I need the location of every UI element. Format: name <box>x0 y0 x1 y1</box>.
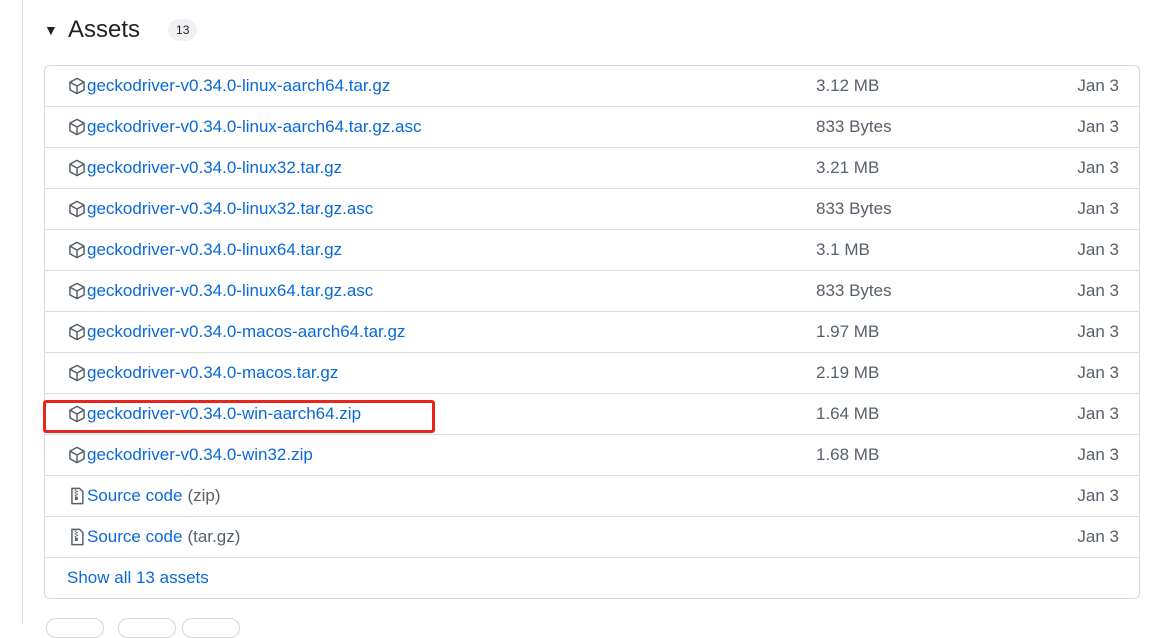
asset-name-cell: geckodriver-v0.34.0-win32.zip <box>67 435 313 475</box>
asset-link[interactable]: Source code <box>87 527 182 547</box>
asset-date: Jan 3 <box>1077 322 1119 341</box>
asset-name-cell: geckodriver-v0.34.0-linux64.tar.gz.asc <box>67 271 373 311</box>
asset-size: 1.64 MB <box>816 404 880 423</box>
asset-link[interactable]: geckodriver-v0.34.0-linux32.tar.gz <box>87 158 342 178</box>
asset-link[interactable]: geckodriver-v0.34.0-macos-aarch64.tar.gz <box>87 322 405 342</box>
asset-date: Jan 3 <box>1077 76 1119 95</box>
asset-row: geckodriver-v0.34.0-macos.tar.gz 2.19 MB J… <box>45 353 1139 394</box>
package-icon <box>67 445 87 465</box>
asset-link[interactable]: geckodriver-v0.34.0-linux-aarch64.tar.gz <box>87 76 390 96</box>
asset-row: geckodriver-v0.34.0-linux-aarch64.tar.gz… <box>45 66 1139 107</box>
asset-date: Jan 3 <box>1077 117 1119 136</box>
asset-row: geckodriver-v0.34.0-linux64.tar.gz.asc 83… <box>45 271 1139 312</box>
asset-date: Jan 3 <box>1077 199 1119 218</box>
asset-size: 3.21 MB <box>816 158 880 177</box>
package-icon <box>67 117 87 137</box>
package-icon <box>67 240 87 260</box>
file-zip-icon <box>67 486 87 506</box>
asset-size: 3.12 MB <box>816 76 880 95</box>
package-icon <box>67 322 87 342</box>
assets-count-badge: 13 <box>168 19 198 41</box>
asset-row: geckodriver-v0.34.0-linux32.tar.gz 3.21 M… <box>45 148 1139 189</box>
asset-name-cell: geckodriver-v0.34.0-macos-aarch64.tar.gz <box>67 312 405 352</box>
asset-date: Jan 3 <box>1077 486 1119 505</box>
package-icon <box>67 363 87 383</box>
asset-date: Jan 3 <box>1077 240 1119 259</box>
caret-down-icon[interactable]: ▼ <box>44 22 60 38</box>
asset-row: geckodriver-v0.34.0-win-aarch64.zip 1.64 … <box>45 394 1139 435</box>
asset-link[interactable]: geckodriver-v0.34.0-win-aarch64.zip <box>87 404 361 424</box>
package-icon <box>67 281 87 301</box>
assets-list: geckodriver-v0.34.0-linux-aarch64.tar.gz… <box>44 65 1140 599</box>
asset-name-cell: geckodriver-v0.34.0-macos.tar.gz <box>67 353 338 393</box>
asset-date: Jan 3 <box>1077 363 1119 382</box>
asset-row: geckodriver-v0.34.0-linux64.tar.gz 3.1 MB… <box>45 230 1139 271</box>
reaction-pill[interactable] <box>46 618 104 638</box>
asset-name-cell: geckodriver-v0.34.0-linux32.tar.gz.asc <box>67 189 373 229</box>
package-icon <box>67 199 87 219</box>
asset-row: geckodriver-v0.34.0-win32.zip 1.68 MB Jan … <box>45 435 1139 476</box>
show-all-assets-link[interactable]: Show all 13 assets <box>67 558 209 598</box>
asset-name-cell: Source code (zip) <box>67 476 221 516</box>
reaction-pill[interactable] <box>182 618 240 638</box>
asset-row: Source code (zip) Jan 3 <box>45 476 1139 517</box>
package-icon <box>67 76 87 96</box>
asset-name-cell: geckodriver-v0.34.0-linux-aarch64.tar.gz… <box>67 107 422 147</box>
asset-link[interactable]: geckodriver-v0.34.0-linux32.tar.gz.asc <box>87 199 373 219</box>
assets-header[interactable]: ▼ Assets 13 <box>44 12 198 48</box>
asset-format-label: (tar.gz) <box>187 527 241 546</box>
package-icon <box>67 404 87 424</box>
asset-name-cell: geckodriver-v0.34.0-linux-aarch64.tar.gz <box>67 66 390 106</box>
asset-date: Jan 3 <box>1077 281 1119 300</box>
package-icon <box>67 158 87 178</box>
asset-size: 833 Bytes <box>816 281 892 300</box>
asset-size: 833 Bytes <box>816 117 892 136</box>
asset-link[interactable]: geckodriver-v0.34.0-linux-aarch64.tar.gz… <box>87 117 422 137</box>
asset-size: 1.97 MB <box>816 322 880 341</box>
asset-row: geckodriver-v0.34.0-linux32.tar.gz.asc 83… <box>45 189 1139 230</box>
asset-size: 1.68 MB <box>816 445 880 464</box>
assets-title: Assets <box>68 16 141 43</box>
asset-row: geckodriver-v0.34.0-linux-aarch64.tar.gz… <box>45 107 1139 148</box>
timeline-rule <box>22 0 23 624</box>
asset-size: 3.1 MB <box>816 240 870 259</box>
asset-date: Jan 3 <box>1077 527 1119 546</box>
asset-row: Source code (tar.gz) Jan 3 <box>45 517 1139 558</box>
reaction-pill[interactable] <box>118 618 176 638</box>
asset-link[interactable]: geckodriver-v0.34.0-win32.zip <box>87 445 313 465</box>
asset-row: geckodriver-v0.34.0-macos-aarch64.tar.gz… <box>45 312 1139 353</box>
asset-size: 833 Bytes <box>816 199 892 218</box>
asset-name-cell: geckodriver-v0.34.0-linux64.tar.gz <box>67 230 342 270</box>
asset-link[interactable]: geckodriver-v0.34.0-linux64.tar.gz.asc <box>87 281 373 301</box>
asset-date: Jan 3 <box>1077 445 1119 464</box>
file-zip-icon <box>67 527 87 547</box>
asset-link[interactable]: geckodriver-v0.34.0-macos.tar.gz <box>87 363 338 383</box>
asset-date: Jan 3 <box>1077 158 1119 177</box>
asset-date: Jan 3 <box>1077 404 1119 423</box>
asset-link[interactable]: Source code <box>87 486 182 506</box>
asset-name-cell: geckodriver-v0.34.0-win-aarch64.zip <box>67 394 361 434</box>
asset-name-cell: geckodriver-v0.34.0-linux32.tar.gz <box>67 148 342 188</box>
asset-name-cell: Source code (tar.gz) <box>67 517 240 557</box>
asset-link[interactable]: geckodriver-v0.34.0-linux64.tar.gz <box>87 240 342 260</box>
asset-format-label: (zip) <box>187 486 221 505</box>
asset-size: 2.19 MB <box>816 363 880 382</box>
